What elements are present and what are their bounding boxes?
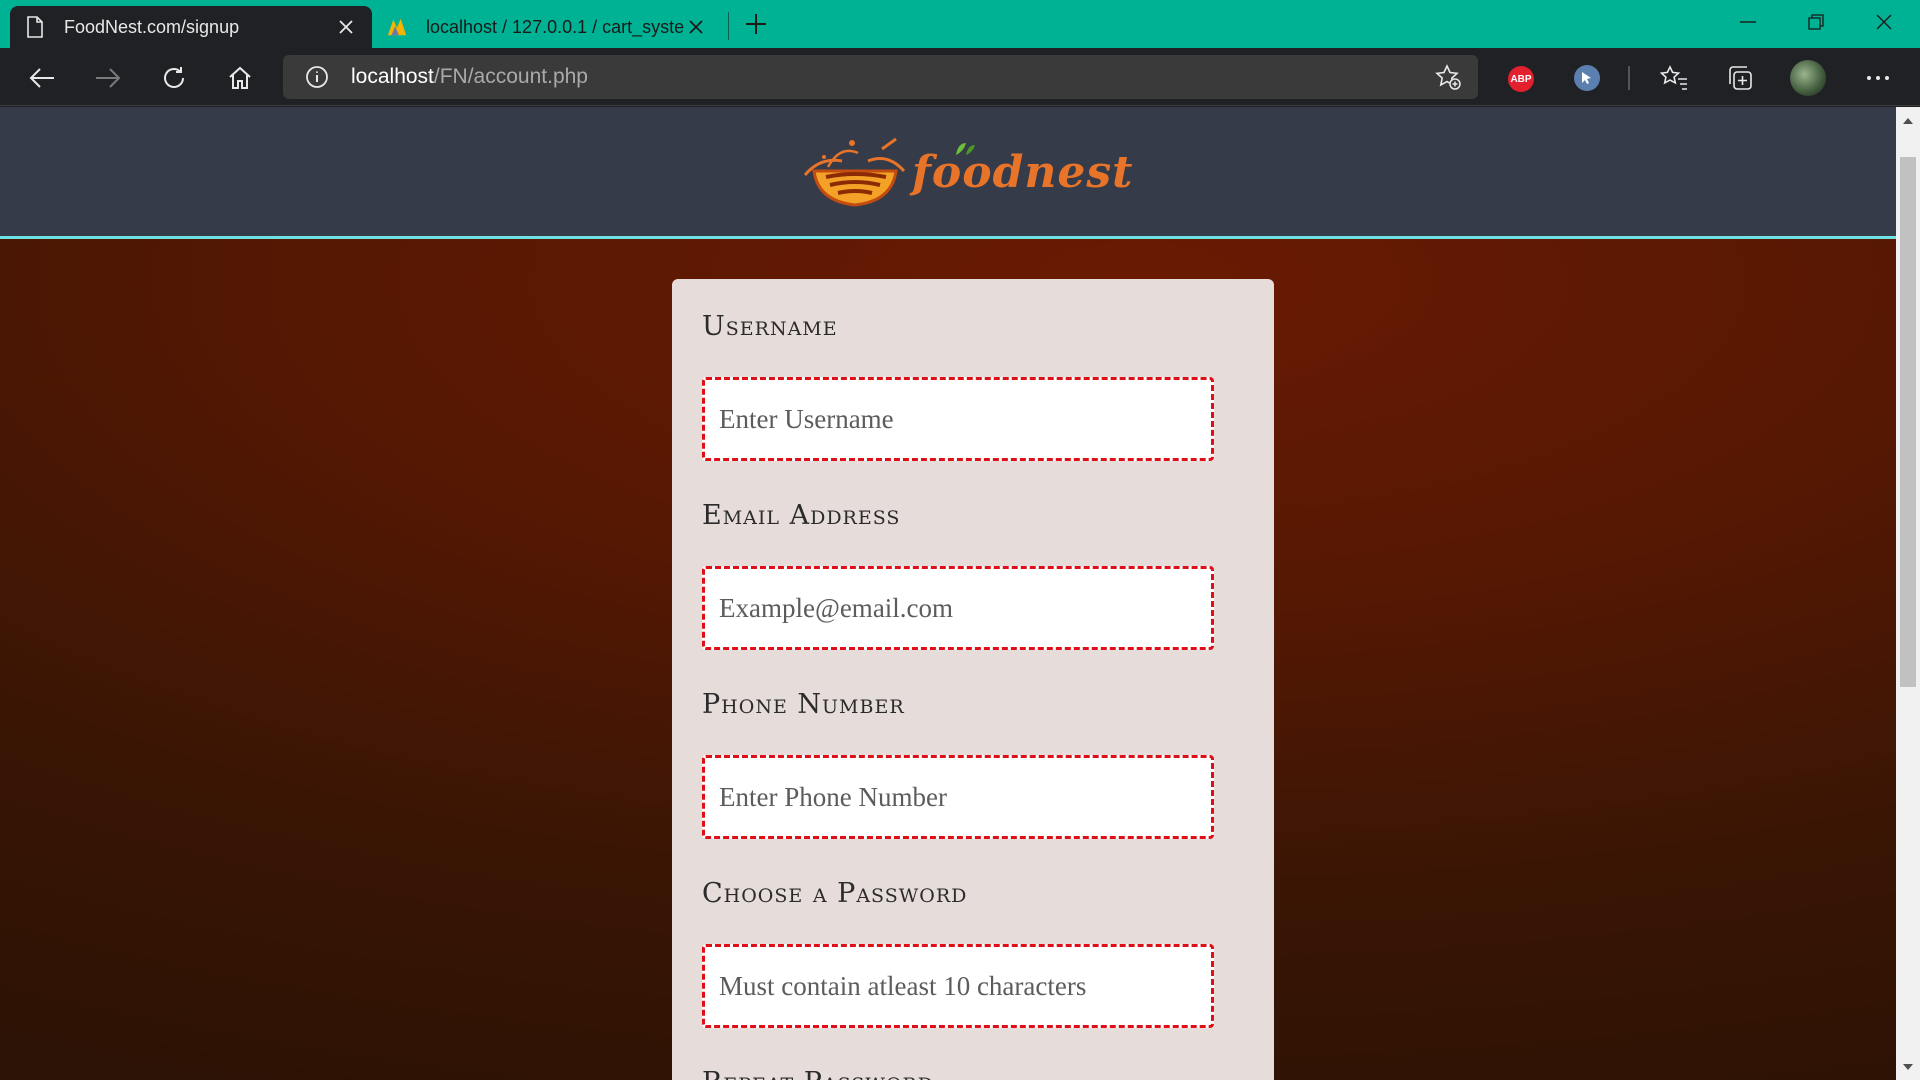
restore-icon[interactable]	[1788, 6, 1844, 38]
forward-icon[interactable]	[90, 60, 126, 96]
email-input[interactable]	[702, 566, 1214, 650]
scroll-thumb[interactable]	[1900, 157, 1916, 687]
cursor-extension-icon[interactable]	[1574, 65, 1600, 91]
email-label: Email Address	[702, 500, 901, 531]
site-info-icon[interactable]	[297, 57, 337, 97]
page-scrollbar[interactable]	[1896, 107, 1920, 1080]
signup-form-card: Username Email Address Phone Number Choo…	[672, 279, 1274, 1080]
close-tab-icon[interactable]	[334, 15, 358, 39]
back-icon[interactable]	[24, 60, 60, 96]
tab-separator	[728, 12, 729, 40]
tab-bar: FoodNest.com/signup localhost / 127.0.0.…	[0, 0, 1920, 48]
minimize-icon[interactable]	[1720, 6, 1776, 38]
logo-text: foodnest	[912, 147, 1134, 198]
add-favorite-icon[interactable]	[1434, 63, 1462, 91]
phone-label: Phone Number	[702, 689, 905, 720]
scroll-down-icon[interactable]	[1896, 1057, 1920, 1077]
toolbar-divider	[1628, 66, 1630, 90]
tab-foodnest-signup[interactable]: FoodNest.com/signup	[10, 6, 372, 48]
close-window-icon[interactable]	[1856, 6, 1912, 38]
page-content: foodnest Username Email Address Phone Nu…	[0, 107, 1896, 1080]
url-path: /FN/account.php	[433, 65, 588, 88]
noodle-bowl-icon	[803, 137, 906, 207]
foodnest-logo[interactable]: foodnest	[800, 131, 1132, 217]
refresh-icon[interactable]	[156, 60, 192, 96]
phpmyadmin-icon	[386, 16, 408, 38]
home-icon[interactable]	[222, 60, 258, 96]
tab-title: FoodNest.com/signup	[64, 16, 240, 37]
repeat-password-label: Repeat Password	[702, 1067, 934, 1080]
close-tab-icon[interactable]	[684, 15, 708, 39]
scroll-up-icon[interactable]	[1896, 111, 1920, 131]
password-label: Choose a Password	[702, 878, 968, 909]
new-tab-icon[interactable]	[742, 10, 770, 38]
username-input[interactable]	[702, 377, 1214, 461]
collections-icon[interactable]	[1722, 60, 1758, 96]
more-menu-icon[interactable]	[1860, 60, 1896, 96]
password-input[interactable]	[702, 944, 1214, 1028]
adblock-plus-icon[interactable]: ABP	[1508, 66, 1534, 92]
tab-title: localhost / 127.0.0.1 / cart_system | ph…	[426, 16, 684, 37]
site-header: foodnest	[0, 107, 1896, 239]
url-text: localhost/FN/account.php	[351, 65, 588, 89]
favorites-icon[interactable]	[1656, 60, 1692, 96]
profile-avatar[interactable]	[1790, 60, 1826, 96]
username-label: Username	[702, 311, 838, 342]
page-icon	[24, 16, 46, 38]
url-host: localhost	[351, 65, 434, 88]
browser-toolbar: localhost/FN/account.php	[0, 48, 1920, 106]
phone-input[interactable]	[702, 755, 1214, 839]
address-bar[interactable]: localhost/FN/account.php	[283, 55, 1478, 99]
tab-phpmyadmin[interactable]: localhost / 127.0.0.1 / cart_system | ph…	[372, 6, 722, 48]
leaf-icon	[956, 143, 975, 155]
